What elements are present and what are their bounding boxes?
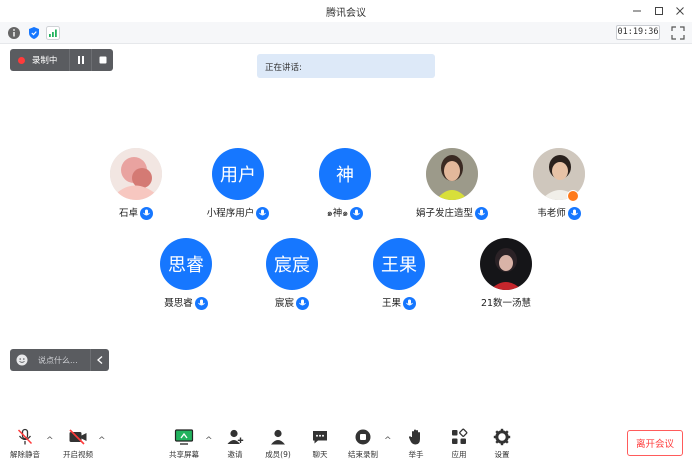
avatar — [110, 148, 162, 200]
signal-icon[interactable] — [46, 26, 60, 40]
chat-button[interactable]: 聊天 — [300, 428, 340, 460]
avatar: 宸宸 — [266, 238, 318, 290]
apps-grid-icon — [452, 428, 468, 444]
share-screen-label: 共享屏幕 — [169, 450, 199, 459]
maximize-icon[interactable] — [651, 3, 667, 19]
stop-icon — [99, 56, 107, 64]
mic-icon — [296, 297, 309, 310]
participant-name: 21数一汤慧 — [480, 298, 532, 309]
mic-icon — [567, 207, 581, 220]
avatar: 王果 — [373, 238, 425, 290]
pause-icon — [77, 56, 84, 64]
recording-indicator: 录制中 — [10, 49, 113, 71]
apps-label: 应用 — [451, 450, 467, 459]
participant-name: 石卓 — [118, 208, 138, 219]
hand-icon — [408, 429, 420, 445]
participant-tile[interactable]: 石卓 — [86, 148, 186, 228]
mic-icon — [256, 207, 270, 220]
participant-name: 小程序用户 — [206, 208, 255, 219]
close-icon[interactable] — [672, 3, 688, 19]
stop-recording-button[interactable] — [91, 49, 113, 71]
participant-name: 韦老师 — [537, 208, 566, 219]
leave-meeting-button[interactable]: 离开会议 — [627, 430, 683, 456]
participant-tile[interactable]: 宸宸 宸宸 — [242, 238, 342, 318]
avatar — [480, 238, 532, 290]
participant-tile[interactable]: 用户 小程序用户 — [188, 148, 288, 228]
minimize-icon[interactable] — [629, 3, 645, 19]
settings-label: 设置 — [494, 450, 510, 459]
chat-placeholder: 说点什么... — [38, 355, 78, 365]
pause-recording-button[interactable] — [69, 49, 91, 71]
chevron-up-icon[interactable]: ^ — [205, 436, 213, 446]
host-badge-icon — [567, 190, 579, 202]
avatar: 用户 — [212, 148, 264, 200]
record-stop-icon — [355, 429, 371, 445]
mic-muted-icon — [17, 428, 33, 445]
participant-tile[interactable]: 王果 王果 — [349, 238, 449, 318]
shield-icon[interactable] — [27, 26, 41, 40]
gear-icon — [493, 428, 511, 446]
camera-off-icon — [69, 429, 87, 445]
apps-button[interactable]: 应用 — [439, 428, 479, 460]
title-bar: 腾讯会议 — [0, 0, 692, 22]
share-screen-button[interactable]: 共享屏幕 — [164, 428, 204, 460]
recording-label: 录制中 — [31, 56, 58, 66]
start-video-label: 开启视频 — [63, 450, 93, 459]
emoji-icon[interactable] — [16, 354, 28, 366]
record-dot-icon — [18, 56, 25, 64]
participant-tile[interactable]: 娟子发庄造型 — [402, 148, 502, 228]
chevron-up-icon[interactable]: ^ — [46, 436, 54, 446]
stop-record-label: 结束录制 — [348, 450, 378, 459]
members-icon — [271, 429, 285, 445]
meeting-timer: 01:19:36 — [616, 25, 660, 40]
invite-user-icon — [227, 429, 244, 444]
share-screen-icon — [174, 429, 194, 445]
stop-recording-toolbar-button[interactable]: 结束录制 — [343, 428, 383, 460]
unmute-button[interactable]: 解除静音 — [5, 428, 45, 460]
participant-tile[interactable]: 思睿 聂思睿 — [136, 238, 236, 318]
participant-name: 娟子发庄造型 — [415, 208, 473, 219]
avatar: 思睿 — [160, 238, 212, 290]
mic-icon — [403, 297, 416, 310]
start-video-button[interactable]: 开启视频 — [58, 428, 98, 460]
participant-name: 王果 — [381, 298, 401, 309]
participant-name: ๑神๑ — [326, 208, 349, 219]
settings-button[interactable]: 设置 — [482, 428, 522, 460]
mic-icon — [194, 297, 208, 310]
raise-hand-label: 举手 — [408, 450, 424, 459]
mic-icon — [475, 207, 488, 220]
window-title: 腾讯会议 — [326, 8, 366, 19]
mic-icon — [350, 207, 364, 220]
chat-bubble-icon — [313, 431, 327, 444]
chat-label: 聊天 — [312, 450, 328, 459]
mic-icon — [140, 207, 153, 220]
chevron-up-icon[interactable]: ^ — [98, 436, 106, 446]
invite-button[interactable]: 邀请 — [215, 428, 255, 460]
participant-name: 宸宸 — [274, 298, 294, 309]
avatar — [426, 148, 478, 200]
chat-input[interactable]: 说点什么... — [10, 349, 109, 371]
bottom-toolbar: 解除静音 ^ 开启视频 ^ 共享屏幕 ^ 邀请 成员(9) 聊天 结束录制 ^ … — [0, 420, 692, 462]
fullscreen-icon[interactable] — [671, 26, 685, 40]
participant-tile[interactable]: 21数一汤慧 — [456, 238, 556, 318]
collapse-chat-button[interactable] — [90, 349, 108, 371]
speaking-banner: 正在讲话: — [257, 54, 435, 78]
members-label: 成员(9) — [265, 450, 291, 459]
chevron-left-icon — [96, 356, 102, 364]
status-bar: 01:19:36 — [0, 22, 692, 44]
members-button[interactable]: 成员(9) — [258, 428, 298, 460]
chevron-up-icon[interactable]: ^ — [384, 436, 392, 446]
participant-name: 聂思睿 — [164, 298, 193, 309]
participant-tile[interactable]: 韦老师 — [509, 148, 609, 228]
invite-label: 邀请 — [227, 450, 243, 459]
unmute-label: 解除静音 — [10, 450, 40, 459]
raise-hand-button[interactable]: 举手 — [396, 428, 436, 460]
participant-tile[interactable]: 神 ๑神๑ — [295, 148, 395, 228]
avatar: 神 — [319, 148, 371, 200]
info-icon[interactable] — [7, 26, 21, 40]
